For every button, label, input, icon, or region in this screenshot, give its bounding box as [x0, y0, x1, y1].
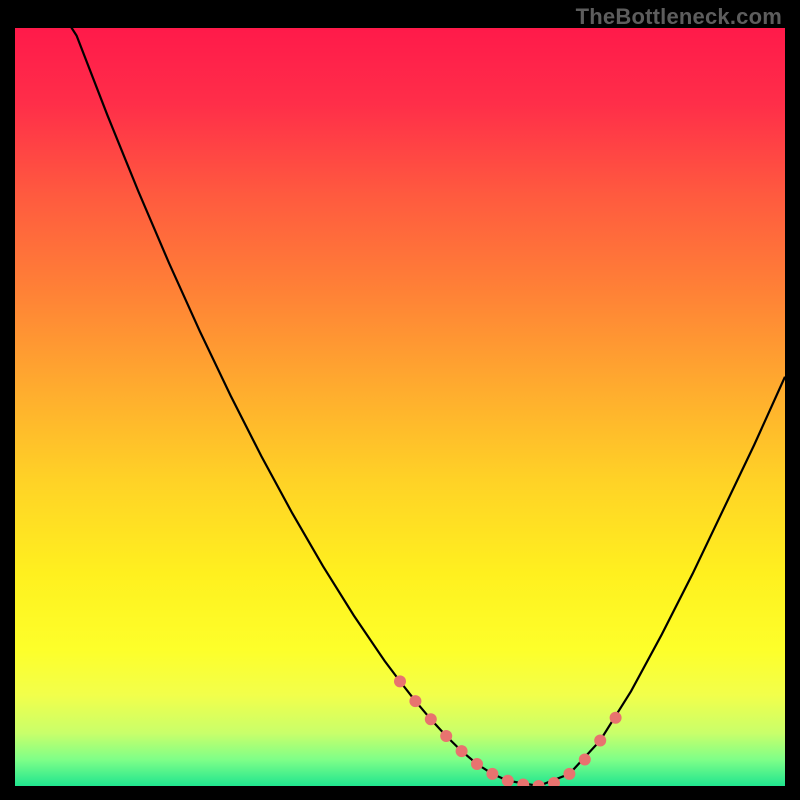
curve-marker [471, 758, 483, 770]
curve-marker [456, 745, 468, 757]
gradient-background [15, 28, 785, 786]
curve-marker [594, 735, 606, 747]
bottleneck-curve-chart [15, 28, 785, 786]
watermark-label: TheBottleneck.com [576, 4, 782, 30]
curve-marker [425, 713, 437, 725]
curve-marker [409, 695, 421, 707]
plot-area [15, 28, 785, 786]
curve-marker [394, 675, 406, 687]
curve-marker [579, 754, 591, 766]
curve-marker [486, 768, 498, 780]
curve-marker [440, 730, 452, 742]
chart-frame: TheBottleneck.com [0, 0, 800, 800]
curve-marker [563, 768, 575, 780]
curve-marker [610, 712, 622, 724]
